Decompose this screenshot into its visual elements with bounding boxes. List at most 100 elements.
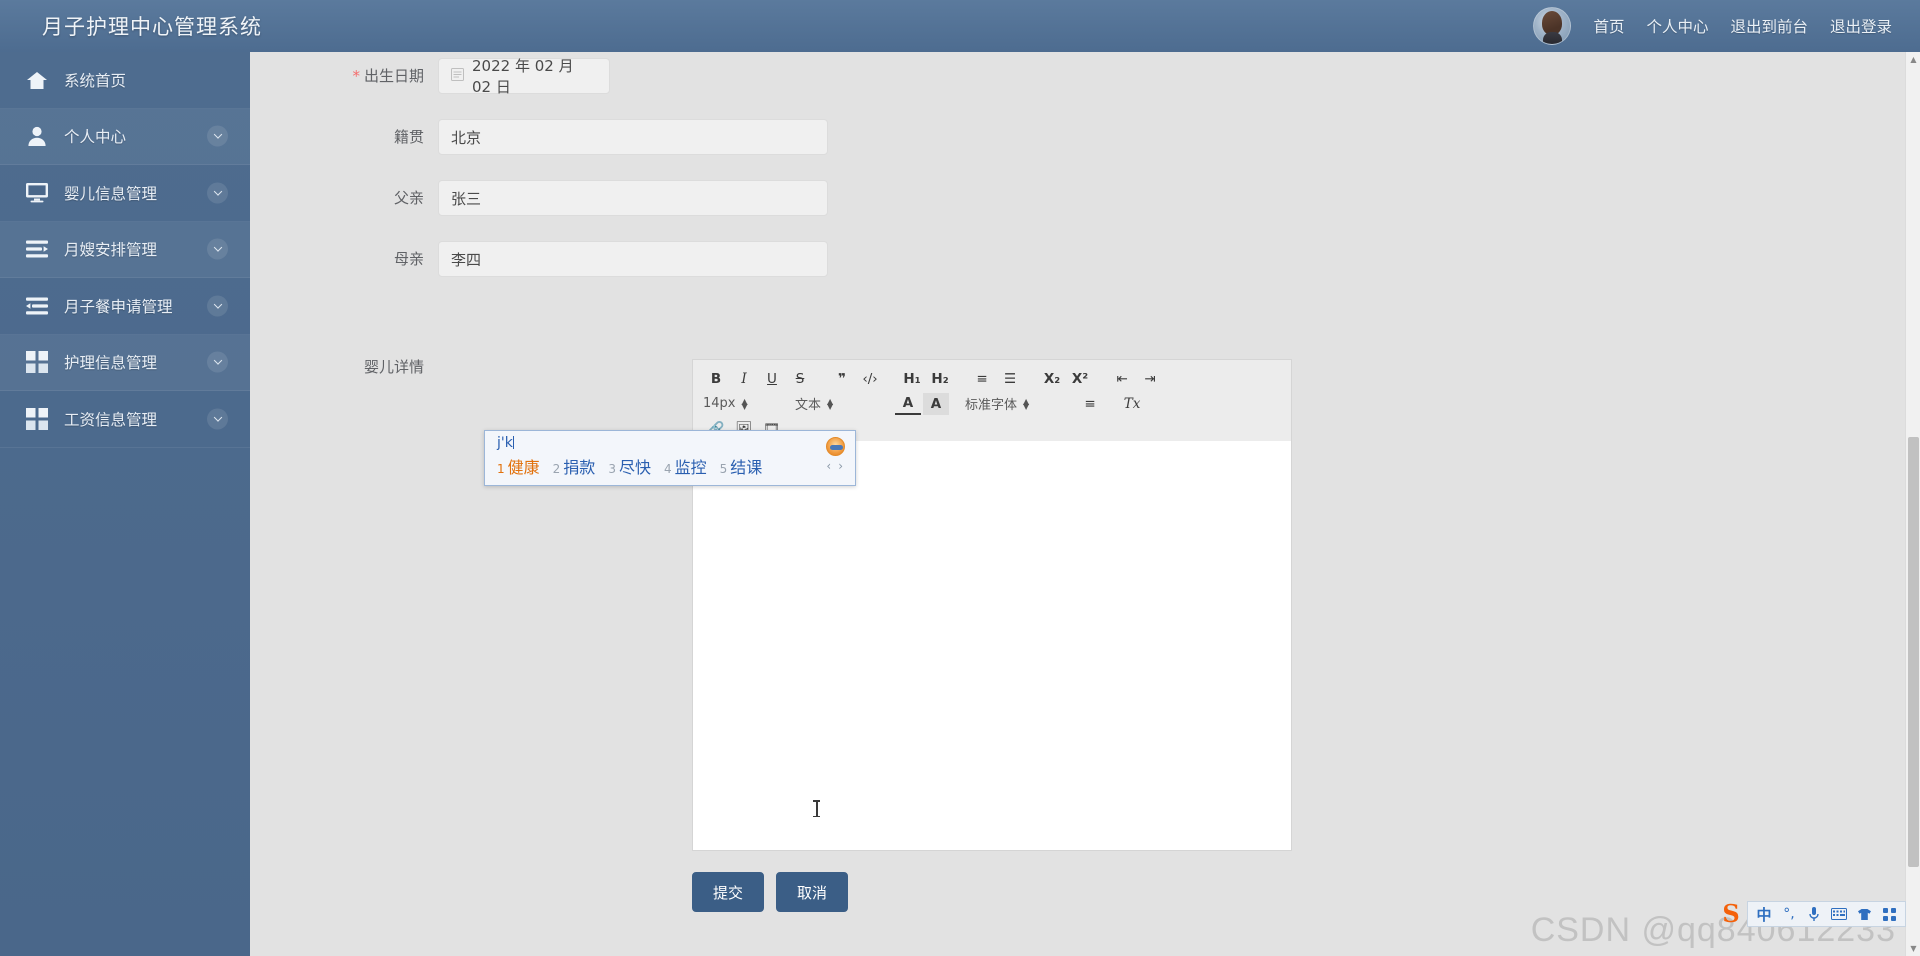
- scroll-down-arrow-icon[interactable]: ▼: [1906, 941, 1920, 956]
- underline-icon[interactable]: U: [759, 368, 785, 390]
- strikethrough-icon[interactable]: S: [787, 368, 813, 390]
- sogou-logo-icon[interactable]: S: [1718, 901, 1744, 927]
- superscript-icon[interactable]: X²: [1067, 368, 1093, 390]
- chevron-down-icon[interactable]: [207, 351, 228, 373]
- grid-icon: [24, 406, 50, 432]
- list-left-icon: [24, 293, 50, 319]
- sogou-fox-icon[interactable]: [826, 437, 845, 456]
- ime-composition-text: j'k: [497, 435, 514, 451]
- sidebar-item-label: 月子餐申请管理: [64, 297, 173, 316]
- indent-icon[interactable]: ⇥: [1137, 368, 1163, 390]
- cancel-button[interactable]: 取消: [776, 872, 849, 912]
- text-style-select[interactable]: 文本 ▲ ▼: [795, 394, 879, 413]
- app-root: 月子护理中心管理系统 首页 个人中心 退出到前台 退出登录 系统首页 个人中心: [0, 0, 1920, 956]
- subscript-icon[interactable]: X₂: [1039, 368, 1065, 390]
- mouse-text-cursor: [813, 800, 820, 817]
- sidebar-item-meal-request[interactable]: 月子餐申请管理: [0, 278, 250, 335]
- font-size-select[interactable]: 14px ▲ ▼: [703, 396, 779, 411]
- page-scrollbar[interactable]: ▲ ▼: [1905, 52, 1920, 956]
- ime-candidate[interactable]: 4 监控: [664, 454, 707, 478]
- form-row-hometown: 籍贯 北京: [320, 119, 828, 155]
- nav-home[interactable]: 首页: [1593, 15, 1624, 37]
- apps-grid-icon[interactable]: [1878, 904, 1900, 924]
- language-mode-icon[interactable]: 中: [1753, 904, 1775, 924]
- voice-input-icon[interactable]: [1803, 904, 1825, 924]
- user-icon: [24, 123, 50, 149]
- chevron-down-icon[interactable]: [207, 238, 228, 260]
- chevron-down-icon[interactable]: [207, 408, 228, 430]
- chevron-down-icon[interactable]: [207, 295, 228, 317]
- sidebar-item-profile[interactable]: 个人中心: [0, 108, 250, 165]
- ime-status-panel: 中 °,: [1747, 901, 1906, 927]
- sidebar-item-label: 系统首页: [64, 71, 127, 90]
- nav-logout[interactable]: 退出登录: [1830, 15, 1892, 37]
- punctuation-mode-icon[interactable]: °,: [1778, 904, 1800, 924]
- heading-2-icon[interactable]: H₂: [927, 368, 953, 390]
- sidebar-item-nanny-arrange[interactable]: 月嫂安排管理: [0, 221, 250, 278]
- ime-next-page-icon[interactable]: ›: [838, 459, 843, 473]
- sidebar-item-label: 工资信息管理: [64, 410, 158, 429]
- label-baby-detail: 婴儿详情: [363, 358, 424, 376]
- nav-exit-frontend[interactable]: 退出到前台: [1730, 15, 1808, 37]
- form-row-birth-date: * 出生日期 2022 年 02 月 02 日: [320, 57, 610, 96]
- monitor-icon: [24, 180, 50, 206]
- ime-status-bar: S 中 °,: [1718, 900, 1906, 928]
- background-color-icon[interactable]: A: [923, 392, 949, 415]
- sidebar-item-baby-info[interactable]: 婴儿信息管理: [0, 165, 250, 222]
- chevron-updown-icon: ▲ ▼: [1023, 396, 1030, 411]
- toolbar-row-2: 14px ▲ ▼ 文本 ▲ ▼ A A 标准字体 ▲ ▼ ≡ Tx: [703, 391, 1283, 416]
- grid-icon: [24, 349, 50, 375]
- sidebar-item-salary-info[interactable]: 工资信息管理: [0, 391, 250, 448]
- editor-content-area[interactable]: 婴儿jk: [693, 441, 1291, 850]
- ime-candidate-list: 1 健康 2 捐款 3 尽快 4 监控 5 结课 ‹ ›: [485, 453, 855, 478]
- sidebar-item-label: 护理信息管理: [64, 354, 158, 373]
- clear-format-icon[interactable]: Tx: [1119, 393, 1145, 415]
- chevron-updown-icon: ▲ ▼: [741, 396, 748, 411]
- unordered-list-icon[interactable]: ☰: [997, 368, 1023, 390]
- sidebar-item-label: 婴儿信息管理: [64, 184, 158, 203]
- list-right-icon: [24, 236, 50, 262]
- ime-candidate[interactable]: 1 健康: [497, 454, 540, 478]
- code-icon[interactable]: ‹/›: [857, 368, 883, 390]
- hometown-input[interactable]: 北京: [438, 119, 828, 155]
- form-actions: 提交 取消: [692, 872, 849, 912]
- ime-page-nav: ‹ ›: [826, 459, 855, 473]
- ime-prev-page-icon[interactable]: ‹: [826, 459, 831, 473]
- scrollbar-thumb[interactable]: [1908, 437, 1919, 867]
- birth-date-value: 2022 年 02 月 02 日: [472, 57, 574, 96]
- top-header: 月子护理中心管理系统 首页 个人中心 退出到前台 退出登录: [0, 0, 1920, 52]
- bold-icon[interactable]: B: [703, 368, 729, 390]
- ime-candidate[interactable]: 5 结课: [720, 454, 763, 478]
- font-family-select[interactable]: 标准字体 ▲ ▼: [965, 394, 1061, 413]
- ordered-list-icon[interactable]: ≡: [969, 368, 995, 390]
- ime-candidate[interactable]: 2 捐款: [553, 454, 596, 478]
- scroll-up-arrow-icon[interactable]: ▲: [1906, 52, 1920, 67]
- chevron-down-icon[interactable]: [207, 125, 228, 147]
- chevron-down-icon[interactable]: [207, 182, 228, 204]
- mother-input[interactable]: 李四: [438, 241, 828, 277]
- italic-icon[interactable]: I: [731, 368, 757, 390]
- required-star: *: [352, 67, 360, 85]
- soft-keyboard-icon[interactable]: [1828, 904, 1850, 924]
- text-color-icon[interactable]: A: [895, 393, 921, 415]
- heading-1-icon[interactable]: H₁: [899, 368, 925, 390]
- main-content: * 出生日期 2022 年 02 月 02 日 籍贯 北京 父亲 张三 母亲 李四…: [250, 52, 1920, 956]
- align-icon[interactable]: ≡: [1077, 393, 1103, 415]
- label-hometown: 籍贯: [393, 128, 424, 146]
- nav-profile[interactable]: 个人中心: [1646, 15, 1708, 37]
- avatar[interactable]: [1533, 7, 1572, 45]
- header-nav: 首页 个人中心 退出到前台 退出登录: [1533, 7, 1920, 45]
- calendar-icon: [451, 68, 464, 84]
- father-input[interactable]: 张三: [438, 180, 828, 216]
- label-mother: 母亲: [393, 250, 424, 268]
- skin-icon[interactable]: [1853, 904, 1875, 924]
- sidebar-item-home[interactable]: 系统首页: [0, 52, 250, 109]
- ime-candidate[interactable]: 3 尽快: [608, 454, 651, 478]
- birth-date-input[interactable]: 2022 年 02 月 02 日: [438, 57, 610, 96]
- blockquote-icon[interactable]: ❞: [829, 368, 855, 390]
- submit-button[interactable]: 提交: [692, 872, 765, 912]
- outdent-icon[interactable]: ⇤: [1109, 368, 1135, 390]
- sidebar-item-care-info[interactable]: 护理信息管理: [0, 334, 250, 391]
- form-row-mother: 母亲 李四: [320, 241, 828, 277]
- form-row-father: 父亲 张三: [320, 180, 828, 216]
